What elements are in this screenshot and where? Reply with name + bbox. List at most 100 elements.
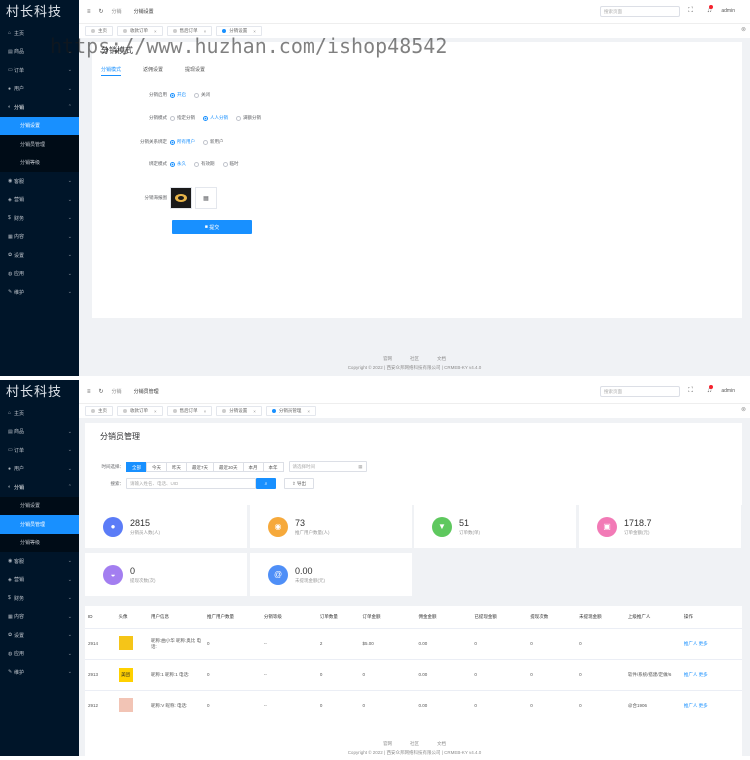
tab-item[interactable]: 分销设置 × [216, 406, 262, 416]
promoter-link[interactable]: 推广人 [684, 703, 698, 708]
radio-option[interactable]: 开启 [170, 92, 186, 98]
submit-button[interactable]: ■ 提交 [172, 220, 252, 234]
close-all-tabs-icon[interactable]: ⊗ [741, 406, 746, 413]
footer-link[interactable]: 文档 [437, 356, 446, 361]
sidebar-item-goods[interactable]: ▤ 商品 ⌄ [0, 423, 79, 442]
sidebar-item-home[interactable]: ⌂ 主页 [0, 404, 79, 423]
search-input[interactable]: 搜索页面 [600, 386, 680, 397]
radio-option[interactable]: 临时 [222, 161, 239, 167]
sidebar-item-apps[interactable]: ◍ 应用 ⌄ [0, 645, 79, 664]
fullscreen-icon[interactable]: ⛶ [688, 387, 693, 395]
footer-link[interactable]: 官网 [383, 741, 392, 746]
radio-option[interactable]: 人人分销 [203, 115, 228, 121]
time-option-button[interactable]: 本年 [262, 461, 284, 472]
radio-option[interactable]: 有效期 [194, 161, 215, 167]
date-picker[interactable]: 请选择时间 ▦ [288, 461, 367, 472]
stat-value: 1718.7 [624, 517, 652, 528]
more-dropdown[interactable]: 更多 [699, 703, 708, 708]
export-button[interactable]: ⇪ 导出 [284, 478, 314, 489]
radio-option[interactable]: 新用户 [203, 139, 224, 145]
subtab-item[interactable]: 提现设置 [185, 66, 205, 76]
sidebar-item-label: 设置 [14, 632, 25, 639]
menu-toggle-icon[interactable]: ≡ [87, 9, 91, 15]
promoter-link[interactable]: 推广人 [684, 641, 698, 646]
radio-option[interactable]: 永久 [170, 161, 186, 167]
submenu-item[interactable]: 分销设置 [0, 496, 79, 515]
menu-toggle-icon[interactable]: ≡ [87, 389, 91, 395]
sidebar-item-service[interactable]: ◉ 客服 ⌄ [0, 552, 79, 571]
distributor-search-input[interactable]: 请输入姓名、电话、UID [126, 478, 256, 489]
subtab-item[interactable]: 分销模式 [101, 66, 122, 76]
admin-name[interactable]: admin [721, 8, 735, 14]
subtab-item[interactable]: 返佣设置 [143, 66, 163, 76]
sidebar-item-user[interactable]: ● 用户 ⌄ [0, 460, 79, 479]
sidebar-item-content[interactable]: ▦ 内容 ⌄ [0, 228, 79, 247]
tab-item[interactable]: 售后订单 × [166, 406, 213, 416]
sidebar-item-share[interactable]: ◐ 分销 ⌃ [0, 478, 79, 497]
sidebar-menu: ⌂ 主页 ▤ 商品 ⌄ ▭ 订单 ⌄ ● 用户 ⌄ ◐ 分销 ⌃ 分销设置 分销员管理 分销等级 ◉ 客服 ⌄ ◈ 营销 ⌄… [0, 24, 79, 302]
sidebar-item-finance[interactable]: $ 财务 ⌄ [0, 589, 79, 608]
footer-link[interactable]: 社区 [410, 356, 419, 361]
table-cell: 0 [359, 689, 416, 721]
close-icon[interactable]: × [204, 409, 207, 414]
sidebar-item-settings[interactable]: ✿ 设置 ⌄ [0, 626, 79, 645]
submenu-item[interactable]: 分销员管理 [0, 135, 79, 154]
sidebar-item-settings[interactable]: ✿ 设置 ⌄ [0, 246, 79, 265]
tab-item[interactable]: 主页 [85, 406, 113, 416]
more-dropdown[interactable]: 更多 [699, 672, 708, 677]
sidebar-item-service[interactable]: ◉ 客服 ⌄ [0, 172, 79, 191]
close-icon[interactable]: × [253, 29, 256, 34]
search-button[interactable]: ⌕ [256, 478, 276, 489]
sidebar-item-marketing[interactable]: ◈ 营销 ⌄ [0, 191, 79, 210]
footer-link[interactable]: 文档 [437, 741, 446, 746]
upload-image-icon[interactable]: ▦ [195, 187, 217, 209]
sidebar-item-cart[interactable]: ▭ 订单 ⌄ [0, 441, 79, 460]
poster-image[interactable] [170, 187, 192, 209]
time-option-button[interactable]: 昨天 [166, 461, 187, 472]
refresh-icon[interactable]: ↻ [99, 8, 104, 15]
radio-option[interactable]: 关闭 [194, 92, 210, 98]
time-option-button[interactable]: 本月 [242, 461, 264, 472]
sidebar-item-user[interactable]: ● 用户 ⌄ [0, 80, 79, 99]
page-title: 分销员管理 [100, 432, 140, 441]
sidebar-item-share[interactable]: ◐ 分销 ⌃ [0, 98, 79, 117]
submenu-item[interactable]: 分销设置 [0, 116, 79, 135]
promoter-link[interactable]: 推广人 [684, 672, 698, 677]
footer-link[interactable]: 官网 [383, 356, 392, 361]
more-dropdown[interactable]: 更多 [699, 641, 708, 646]
table-row: 2914 昵称:曲小华 昵称:奥比 电话: 0 -- 2 $5.00 0.00 0 0 0 推广人 … [85, 627, 742, 659]
tab-item[interactable]: 分销员管理 × [265, 406, 317, 416]
radio-option[interactable]: 指定分销 [170, 115, 195, 121]
search-input[interactable]: 搜索页面 [600, 6, 680, 17]
footer-link[interactable]: 社区 [410, 741, 419, 746]
breadcrumb-parent[interactable]: 分销 [112, 8, 122, 15]
refresh-icon[interactable]: ↻ [99, 388, 104, 395]
close-all-tabs-icon[interactable]: ⊗ [741, 26, 746, 33]
submenu-item[interactable]: 分销员管理 [0, 515, 79, 534]
close-icon[interactable]: × [307, 409, 310, 414]
submenu-item[interactable]: 分销等级 [0, 153, 79, 172]
sidebar-item-maintain[interactable]: ✎ 维护 ⌄ [0, 663, 79, 682]
close-icon[interactable]: × [204, 29, 207, 34]
time-option-button[interactable]: 最近7天 [186, 461, 215, 472]
close-icon[interactable]: × [253, 409, 256, 414]
sidebar-item-cart[interactable]: ▭ 订单 ⌄ [0, 61, 79, 80]
submenu-item[interactable]: 分销等级 [0, 533, 79, 552]
fullscreen-icon[interactable]: ⛶ [688, 7, 693, 15]
sidebar-item-marketing[interactable]: ◈ 营销 ⌄ [0, 571, 79, 590]
sidebar-item-maintain[interactable]: ✎ 维护 ⌄ [0, 283, 79, 302]
tab-item[interactable]: 收款订单 × [117, 406, 163, 416]
sidebar-item-label: 用户 [14, 466, 25, 473]
breadcrumb-parent[interactable]: 分销 [112, 388, 122, 395]
sidebar-item-content[interactable]: ▦ 内容 ⌄ [0, 608, 79, 627]
sidebar-item-finance[interactable]: $ 财务 ⌄ [0, 209, 79, 228]
time-option-button[interactable]: 今天 [146, 461, 167, 472]
time-option-button[interactable]: 全部 [126, 461, 147, 472]
radio-option[interactable]: 满额分销 [236, 115, 261, 121]
admin-name[interactable]: admin [721, 388, 735, 394]
close-icon[interactable]: × [154, 29, 157, 34]
close-icon[interactable]: × [154, 409, 157, 414]
sidebar-item-apps[interactable]: ◍ 应用 ⌄ [0, 265, 79, 284]
time-option-button[interactable]: 最近30天 [213, 461, 244, 472]
radio-option[interactable]: 所有用户 [170, 139, 195, 145]
